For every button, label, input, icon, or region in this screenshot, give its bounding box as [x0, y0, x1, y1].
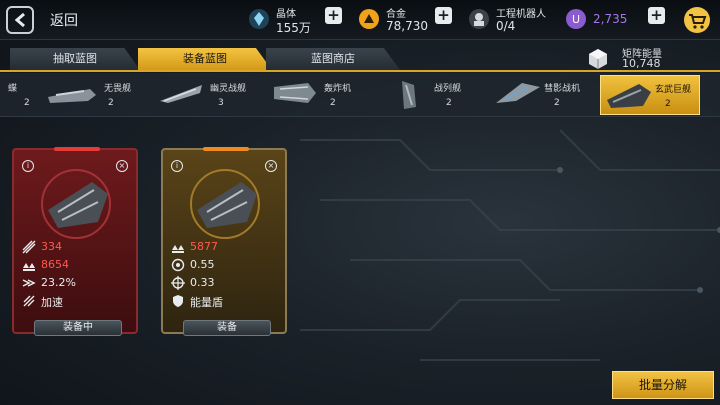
back-button[interactable] [6, 6, 34, 34]
back-label[interactable]: 返回 [50, 10, 78, 30]
ship-icon [607, 84, 651, 108]
ship-count: 2 [446, 98, 452, 108]
hp-icon [172, 245, 184, 253]
card-top-bar [54, 147, 100, 151]
crystal-icon [249, 9, 269, 29]
stat-value: 0.55 [190, 258, 215, 271]
ship-count: 3 [218, 98, 224, 108]
ship-icon [496, 83, 540, 103]
ship-count: 2 [24, 98, 30, 108]
add-crystal-button[interactable]: + [325, 7, 342, 24]
ship-item[interactable]: 彗影战机 2 [490, 75, 590, 115]
u-coin-icon: U [566, 9, 586, 29]
ship-count: 2 [108, 98, 114, 108]
ship-item-selected[interactable]: 玄武巨舰 2 [600, 75, 700, 115]
ship-icon [402, 81, 416, 109]
ship-icon [190, 169, 260, 239]
chevron-left-icon [14, 12, 25, 28]
attack-icon [22, 240, 36, 254]
resource-name: 合金 [386, 9, 406, 20]
ship-name: 彗影战机 [544, 84, 581, 94]
equip-button[interactable]: 装备 [183, 320, 271, 336]
blueprint-card-equipped[interactable]: i × 334 8654 23.2% 加速 装备中 [12, 147, 138, 336]
resource-value: 0/4 [496, 19, 516, 33]
premium-value: 2,735 [593, 12, 628, 26]
top-bar: 返回 晶体 155万 + 合金 78,730 + 工程机器人 0/4 U 2,7… [0, 0, 720, 40]
stat-value: 加速 [41, 296, 63, 309]
ship-name: 无畏舰 [104, 84, 132, 94]
ship-name: 幽灵战舰 [210, 84, 247, 94]
ship-count: 2 [554, 98, 560, 108]
ship-icon [274, 83, 316, 103]
stat-value: 能量盾 [190, 296, 223, 309]
resource-name: 工程机器人 [496, 9, 546, 20]
equipped-button[interactable]: 装备中 [34, 320, 122, 336]
crosshair-icon [171, 276, 185, 290]
robot-icon [469, 9, 489, 29]
tab-underline [0, 70, 720, 72]
ship-name: 轰炸机 [324, 84, 352, 94]
ship-icon [41, 169, 111, 239]
ship-name: 玄武巨舰 [655, 85, 692, 95]
ship-item[interactable]: 幽灵战舰 3 [154, 75, 254, 115]
stat-value: 23.2% [41, 276, 76, 289]
bulk-decompose-button[interactable]: 批量分解 [612, 371, 714, 399]
ship-count: 2 [665, 99, 671, 109]
ship-item[interactable]: 无畏舰 2 [44, 75, 144, 115]
ship-name: 蝶 [8, 84, 18, 94]
alloy-icon [359, 9, 379, 29]
tab-blueprint-shop[interactable]: 蓝图商店 [266, 48, 400, 70]
tab-draw-blueprint[interactable]: 抽取蓝图 [10, 48, 140, 70]
ship-icon [160, 85, 202, 103]
card-top-bar [203, 147, 249, 151]
cart-icon[interactable] [682, 6, 712, 34]
resource-name: 晶体 [276, 9, 296, 20]
ship-strip[interactable]: 蝶 2 无畏舰 2 幽灵战舰 3 轰炸机 2 战列舰 2 彗影战机 2 玄武巨舰… [0, 73, 720, 117]
blueprint-card[interactable]: i × 5877 0.55 0.33 能量盾 装备 [161, 147, 287, 336]
accelerate-icon [23, 295, 35, 307]
stat-value: 8654 [41, 258, 69, 271]
target-circle-icon [171, 258, 185, 272]
add-alloy-button[interactable]: + [435, 7, 452, 24]
ship-count: 2 [330, 98, 336, 108]
speed-icon [22, 279, 36, 287]
hp-icon [23, 263, 35, 271]
stat-value: 0.33 [190, 276, 215, 289]
ship-name: 战列舰 [434, 84, 462, 94]
tab-equip-blueprint[interactable]: 装备蓝图 [138, 48, 272, 70]
resource-value: 78,730 [386, 19, 428, 33]
stat-value: 334 [41, 240, 62, 253]
ship-item[interactable]: 轰炸机 2 [266, 75, 366, 115]
ship-item[interactable]: 战列舰 2 [382, 75, 482, 115]
shield-icon [173, 295, 183, 307]
matrix-energy-value: 10,748 [622, 57, 661, 70]
svg-text:U: U [572, 13, 580, 26]
resource-value: 155万 [276, 21, 311, 35]
add-premium-button[interactable]: + [648, 7, 665, 24]
ship-icon [48, 89, 96, 103]
cube-icon [589, 49, 607, 69]
stat-value: 5877 [190, 240, 218, 253]
